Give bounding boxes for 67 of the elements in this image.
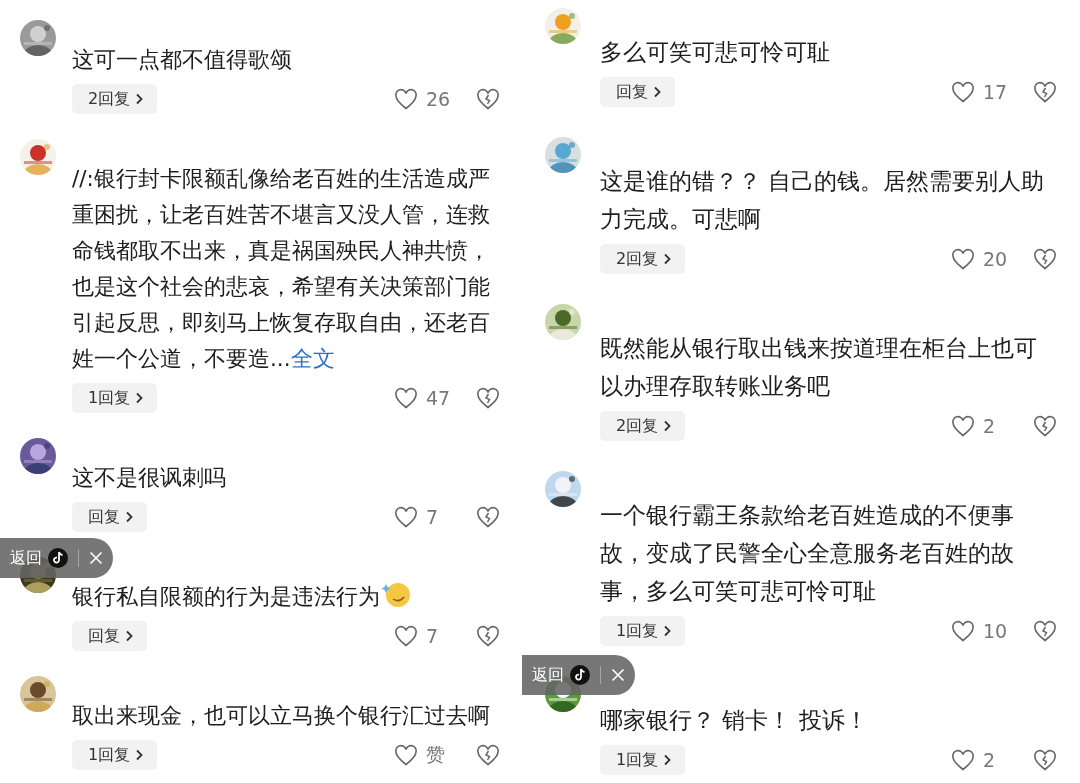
full-text-link[interactable]: 全文	[290, 346, 335, 371]
comment-text: 这可一点都不值得歌颂	[72, 46, 293, 74]
broken-heart-icon[interactable]	[476, 387, 500, 409]
music-note-icon	[48, 548, 68, 568]
broken-heart-icon[interactable]	[1033, 248, 1057, 270]
like-count: 赞	[426, 742, 445, 767]
like-count: 20	[983, 248, 1008, 270]
heart-icon[interactable]	[951, 248, 975, 270]
broken-heart-icon[interactable]	[1033, 749, 1057, 771]
comment-text: 哪家银行？ 销卡！ 投诉！	[600, 706, 869, 735]
reply-button[interactable]: 回复	[72, 502, 147, 532]
chevron-icon	[125, 630, 133, 642]
comment-text: 这不是很讽刺吗	[72, 464, 227, 492]
close-icon[interactable]	[89, 551, 103, 565]
broken-heart-icon[interactable]	[1033, 620, 1057, 642]
chevron-icon	[125, 511, 133, 523]
reply-button[interactable]: 2回复	[600, 244, 686, 274]
chevron-icon	[135, 93, 144, 105]
chevron-icon	[135, 749, 144, 761]
heart-icon[interactable]	[394, 387, 418, 409]
like-count: 2	[983, 415, 996, 437]
reply-button[interactable]: 2回复	[72, 84, 158, 114]
heart-icon[interactable]	[394, 506, 418, 528]
broken-heart-icon[interactable]	[476, 506, 500, 528]
reply-button[interactable]: 1回复	[72, 740, 158, 770]
comment-text: 这是谁的错？？ 自己的钱。居然需要别人助力完成。可悲啊	[600, 167, 1046, 234]
chevron-icon	[663, 420, 672, 432]
reply-button[interactable]: 回复	[600, 77, 675, 107]
close-icon[interactable]	[611, 668, 625, 682]
reply-button[interactable]: 1回复	[72, 383, 158, 413]
like-count: 17	[983, 81, 1008, 103]
comment-text: 既然能从银行取出钱来按道理在柜台上也可以办理存取转账业务吧	[600, 334, 1038, 401]
like-count: 7	[426, 625, 439, 647]
heart-icon[interactable]	[951, 620, 975, 642]
broken-heart-icon[interactable]	[1033, 415, 1057, 437]
comment-text: 银行私自限额的行为是违法行为	[72, 579, 500, 615]
heart-icon[interactable]	[951, 81, 975, 103]
heart-icon[interactable]	[951, 415, 975, 437]
reply-button[interactable]: 回复	[72, 621, 147, 651]
like-count: 7	[426, 506, 439, 528]
heart-icon[interactable]	[394, 88, 418, 110]
broken-heart-icon[interactable]	[476, 744, 500, 766]
like-count: 26	[426, 88, 451, 110]
comment-text: 取出来现金，也可以立马换个银行汇过去啊	[72, 702, 491, 730]
back-overlay[interactable]: 返回	[522, 655, 635, 695]
heart-icon[interactable]	[394, 744, 418, 766]
back-overlay[interactable]: 返回	[0, 538, 113, 578]
chevron-icon	[653, 86, 661, 98]
broken-heart-icon[interactable]	[476, 88, 500, 110]
comment-text: //:银行封卡限额乱像给老百姓的生活造成严重困扰，让老百姓苦不堪言又没人管，连救命钱都取不出来，真是祸国殃民人神共愤，也是这个社会的悲哀，希望有关决策部门能引起反思，即刻马上恢复存取自由，还老百姓一个公道，不要造...全文	[72, 165, 491, 373]
like-count: 47	[426, 387, 451, 409]
chevron-icon	[663, 625, 672, 637]
broken-heart-icon[interactable]	[1033, 81, 1057, 103]
chevron-icon	[663, 253, 672, 265]
like-count: 10	[983, 620, 1008, 642]
heart-icon[interactable]	[951, 749, 975, 771]
like-count: 2	[983, 749, 996, 771]
comment-text: 一个银行霸王条款给老百姓造成的不便事故，变成了民警全心全意服务老百姓的故事，多么可笑可悲可怜可耻	[600, 501, 1015, 606]
reply-button[interactable]: 1回复	[600, 616, 686, 646]
reply-button[interactable]: 1回复	[600, 745, 686, 775]
music-note-icon	[570, 665, 590, 685]
chevron-icon	[135, 392, 144, 404]
chevron-icon	[663, 754, 672, 766]
broken-heart-icon[interactable]	[476, 625, 500, 647]
heart-icon[interactable]	[394, 625, 418, 647]
reply-button[interactable]: 2回复	[600, 411, 686, 441]
comment-text: 多么可笑可悲可怜可耻	[600, 38, 831, 67]
